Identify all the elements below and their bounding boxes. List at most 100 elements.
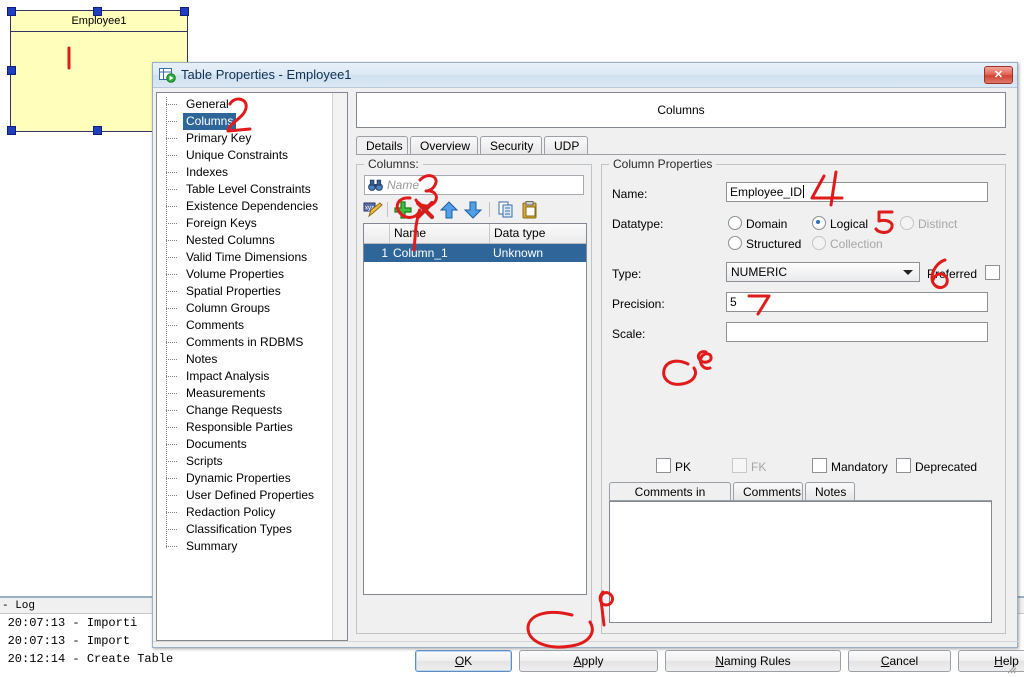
sidebar-item-responsible-parties[interactable]: Responsible Parties — [157, 419, 335, 436]
sidebar-item-primary-key[interactable]: Primary Key — [157, 130, 335, 147]
deprecated-checkbox[interactable]: Deprecated — [896, 458, 977, 474]
columns-toolbar[interactable]: xyz — [363, 199, 587, 221]
apply-button[interactable]: Apply — [519, 650, 658, 672]
cancel-button[interactable]: Cancel — [848, 650, 951, 672]
radio-dot-icon — [812, 236, 826, 250]
comments-tab-notes[interactable]: Notes — [805, 482, 855, 501]
sidebar-item-unique-constraints[interactable]: Unique Constraints — [157, 147, 335, 164]
tab-udp[interactable]: UDP — [544, 136, 588, 155]
tree-dash-icon — [165, 470, 179, 487]
column-properties-group: Column Properties Name: Employee_ID Data… — [601, 157, 1006, 634]
tree-dash-icon — [165, 96, 179, 113]
sidebar-item-volume-properties[interactable]: Volume Properties — [157, 266, 335, 283]
detail-tabs[interactable]: Details Overview Security UDP — [356, 136, 1006, 155]
tab-details[interactable]: Details — [356, 136, 408, 155]
selection-handle-ne[interactable] — [180, 7, 189, 16]
pk-checkbox[interactable]: PK — [656, 458, 691, 474]
tree-dash-icon — [165, 113, 179, 130]
comments-tab-comments[interactable]: Comments — [733, 482, 803, 501]
selection-handle-w[interactable] — [7, 66, 16, 75]
mandatory-checkbox[interactable]: Mandatory — [812, 458, 888, 474]
search-input[interactable]: Name — [364, 175, 584, 195]
naming-rules-button[interactable]: Naming Rules — [665, 650, 841, 672]
sidebar-item-nested-columns[interactable]: Nested Columns — [157, 232, 335, 249]
edit-icon[interactable]: xyz — [363, 200, 383, 220]
sidebar-item-spatial-properties[interactable]: Spatial Properties — [157, 283, 335, 300]
sidebar-item-label: Documents — [186, 437, 247, 451]
properties-tree[interactable]: General Columns Primary Key Unique Constrai… — [156, 92, 348, 641]
sidebar-item-indexes[interactable]: Indexes — [157, 164, 335, 181]
ok-button[interactable]: OK — [415, 650, 512, 672]
selection-handle-s[interactable] — [93, 126, 102, 135]
columns-group: Columns: Name xyz Name Data type 1 Colum… — [356, 157, 592, 634]
sidebar-item-measurements[interactable]: Measurements — [157, 385, 335, 402]
comments-textarea[interactable] — [609, 501, 992, 623]
radio-domain[interactable]: Domain — [728, 216, 787, 231]
sidebar-item-scripts[interactable]: Scripts — [157, 453, 335, 470]
tab-security[interactable]: Security — [480, 136, 542, 155]
sidebar-item-label: Change Requests — [186, 403, 283, 417]
tree-dash-icon — [165, 198, 179, 215]
tree-scrollbar[interactable] — [332, 93, 347, 640]
sidebar-item-dynamic-properties[interactable]: Dynamic Properties — [157, 470, 335, 487]
comments-tabs[interactable]: Comments in RDBMSCommentsNotes — [609, 482, 999, 517]
sidebar-item-notes[interactable]: Notes — [157, 351, 335, 368]
sidebar-item-existence-dependencies[interactable]: Existence Dependencies — [157, 198, 335, 215]
tree-dash-icon — [165, 164, 179, 181]
tab-overview[interactable]: Overview — [410, 136, 478, 155]
preferred-checkbox[interactable]: Preferred — [927, 265, 1001, 281]
sidebar-item-label: Scripts — [186, 454, 223, 468]
name-field[interactable]: Employee_ID — [726, 182, 988, 202]
sidebar-item-foreign-keys[interactable]: Foreign Keys — [157, 215, 335, 232]
table-properties-dialog[interactable]: Table Properties - Employee1 ✕ General Co… — [152, 62, 1024, 674]
dialog-titlebar[interactable]: Table Properties - Employee1 ✕ — [153, 63, 1017, 88]
radio-distinct: Distinct — [900, 216, 957, 231]
sidebar-item-label: Unique Constraints — [186, 148, 289, 162]
move-up-icon[interactable] — [439, 200, 459, 220]
sidebar-item-change-requests[interactable]: Change Requests — [157, 402, 335, 419]
radio-logical[interactable]: Logical — [812, 216, 868, 231]
sidebar-item-general[interactable]: General — [157, 96, 335, 113]
sidebar-item-user-defined-properties[interactable]: User Defined Properties — [157, 487, 335, 504]
sidebar-item-label: Volume Properties — [186, 267, 285, 281]
sidebar-item-redaction-policy[interactable]: Redaction Policy — [157, 504, 335, 521]
sidebar-item-label: Valid Time Dimensions — [186, 250, 308, 264]
toolbar-separator — [387, 202, 388, 217]
move-down-icon[interactable] — [463, 200, 483, 220]
tree-dash-icon — [165, 283, 179, 300]
sidebar-item-column-groups[interactable]: Column Groups — [157, 300, 335, 317]
sidebar-item-label: Existence Dependencies — [186, 199, 319, 213]
sidebar-item-label: Dynamic Properties — [186, 471, 291, 485]
sidebar-item-comments[interactable]: Comments — [157, 317, 335, 334]
sidebar-item-table-level-constraints[interactable]: Table Level Constraints — [157, 181, 335, 198]
radio-structured[interactable]: Structured — [728, 236, 801, 251]
sidebar-item-label: Comments — [186, 318, 245, 332]
checkbox-box-icon — [896, 458, 911, 473]
close-icon[interactable]: ✕ — [984, 66, 1013, 84]
scale-field[interactable] — [726, 322, 988, 342]
page-title: Columns — [356, 92, 1006, 128]
paste-icon[interactable] — [520, 200, 540, 220]
type-dropdown[interactable]: NUMERIC — [726, 262, 920, 282]
delete-icon[interactable] — [415, 200, 435, 220]
sidebar-item-valid-time-dimensions[interactable]: Valid Time Dimensions — [157, 249, 335, 266]
sidebar-item-documents[interactable]: Documents — [157, 436, 335, 453]
selection-handle-sw[interactable] — [7, 126, 16, 135]
tree-dash-icon — [165, 130, 179, 147]
sidebar-item-impact-analysis[interactable]: Impact Analysis — [157, 368, 335, 385]
table-row[interactable]: 1 Column_1 Unknown — [364, 244, 586, 262]
sidebar-item-comments-in-rdbms[interactable]: Comments in RDBMS — [157, 334, 335, 351]
precision-field[interactable]: 5 — [726, 292, 988, 312]
resize-grip-icon[interactable] — [1005, 662, 1017, 674]
sidebar-item-columns[interactable]: Columns — [157, 113, 335, 130]
selection-handle-nw[interactable] — [7, 7, 16, 16]
columns-grid[interactable]: Name Data type 1 Column_1 Unknown — [363, 223, 587, 595]
sidebar-item-classification-types[interactable]: Classification Types — [157, 521, 335, 538]
sidebar-item-summary[interactable]: Summary — [157, 538, 335, 555]
copy-icon[interactable] — [496, 200, 516, 220]
selection-handle-n[interactable] — [93, 7, 102, 16]
grid-header-index — [364, 224, 390, 243]
add-icon[interactable] — [393, 200, 413, 220]
comments-tab-comments-in-rdbms[interactable]: Comments in RDBMS — [609, 482, 731, 517]
sidebar-item-label: User Defined Properties — [186, 488, 315, 502]
